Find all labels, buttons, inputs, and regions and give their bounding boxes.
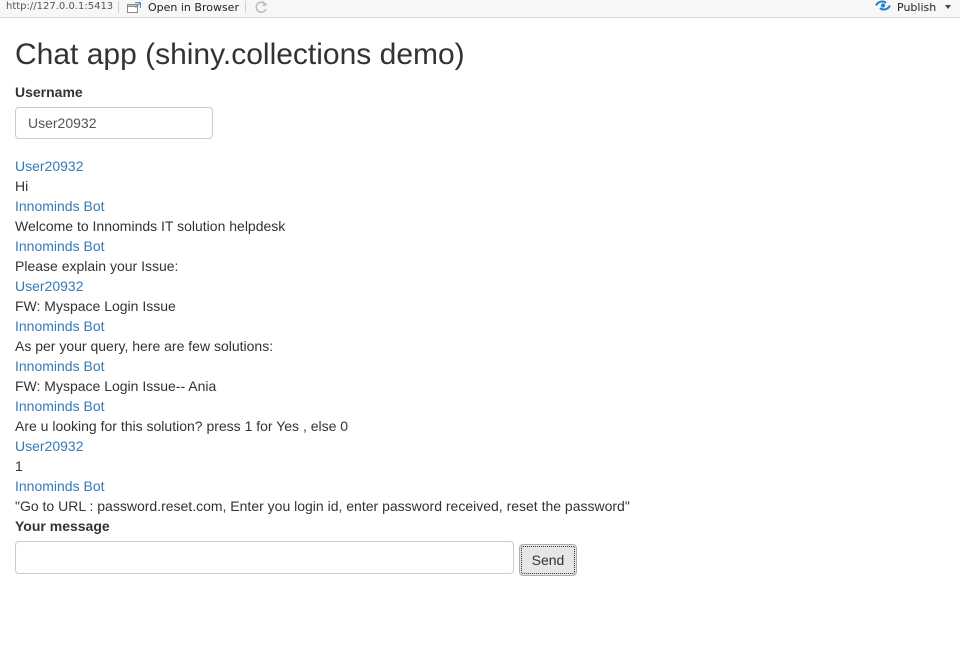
message-input[interactable]: [15, 541, 514, 574]
send-button[interactable]: Send: [519, 544, 577, 576]
open-in-browser-label: Open in Browser: [148, 0, 239, 14]
refresh-icon[interactable]: [254, 0, 268, 14]
message-author[interactable]: User20932: [15, 156, 945, 176]
message-author[interactable]: Innominds Bot: [15, 196, 945, 216]
publish-button[interactable]: Publish: [875, 0, 952, 15]
viewer-toolbar: http://127.0.0.1:5413 Open in Browser Pu…: [0, 0, 960, 18]
message-author[interactable]: Innominds Bot: [15, 476, 945, 496]
toolbar-divider: [118, 1, 119, 13]
chat-message: Innominds Bot Are u looking for this sol…: [15, 396, 945, 436]
chevron-down-icon[interactable]: [945, 5, 952, 9]
chat-message: Innominds Bot As per your query, here ar…: [15, 316, 945, 356]
message-author[interactable]: Innominds Bot: [15, 316, 945, 336]
chat-message: User20932 FW: Myspace Login Issue: [15, 276, 945, 316]
chat-message: Innominds Bot Please explain your Issue:: [15, 236, 945, 276]
message-label: Your message: [15, 518, 110, 534]
username-label: Username: [15, 84, 83, 100]
chat-log: User20932 Hi Innominds Bot Welcome to In…: [15, 156, 945, 516]
message-author[interactable]: User20932: [15, 276, 945, 296]
message-text: FW: Myspace Login Issue: [15, 298, 176, 314]
message-author[interactable]: Innominds Bot: [15, 396, 945, 416]
browser-window-icon: [127, 1, 142, 13]
toolbar-divider: [245, 1, 246, 13]
username-input[interactable]: [15, 107, 213, 139]
message-author[interactable]: User20932: [15, 436, 945, 456]
publish-label: Publish: [897, 0, 937, 14]
message-text: "Go to URL : password.reset.com, Enter y…: [15, 498, 630, 514]
chat-message: Innominds Bot "Go to URL : password.rese…: [15, 476, 945, 516]
message-text: Welcome to Innominds IT solution helpdes…: [15, 218, 286, 234]
chat-message: User20932 Hi: [15, 156, 945, 196]
message-text: Hi: [15, 178, 29, 194]
chat-message: Innominds Bot FW: Myspace Login Issue-- …: [15, 356, 945, 396]
chat-message: User20932 1: [15, 436, 945, 476]
open-in-browser-button[interactable]: Open in Browser: [127, 0, 239, 14]
message-text: FW: Myspace Login Issue-- Ania: [15, 378, 217, 394]
viewer-url: http://127.0.0.1:5413: [6, 1, 114, 12]
message-author[interactable]: Innominds Bot: [15, 236, 945, 256]
message-text: 1: [15, 458, 23, 474]
message-text: Are u looking for this solution? press 1…: [15, 418, 349, 434]
message-text: As per your query, here are few solution…: [15, 338, 274, 354]
message-author[interactable]: Innominds Bot: [15, 356, 945, 376]
publish-icon: [875, 0, 891, 15]
chat-message: Innominds Bot Welcome to Innominds IT so…: [15, 196, 945, 236]
page-title: Chat app (shiny.collections demo): [15, 38, 465, 71]
message-text: Please explain your Issue:: [15, 258, 179, 274]
